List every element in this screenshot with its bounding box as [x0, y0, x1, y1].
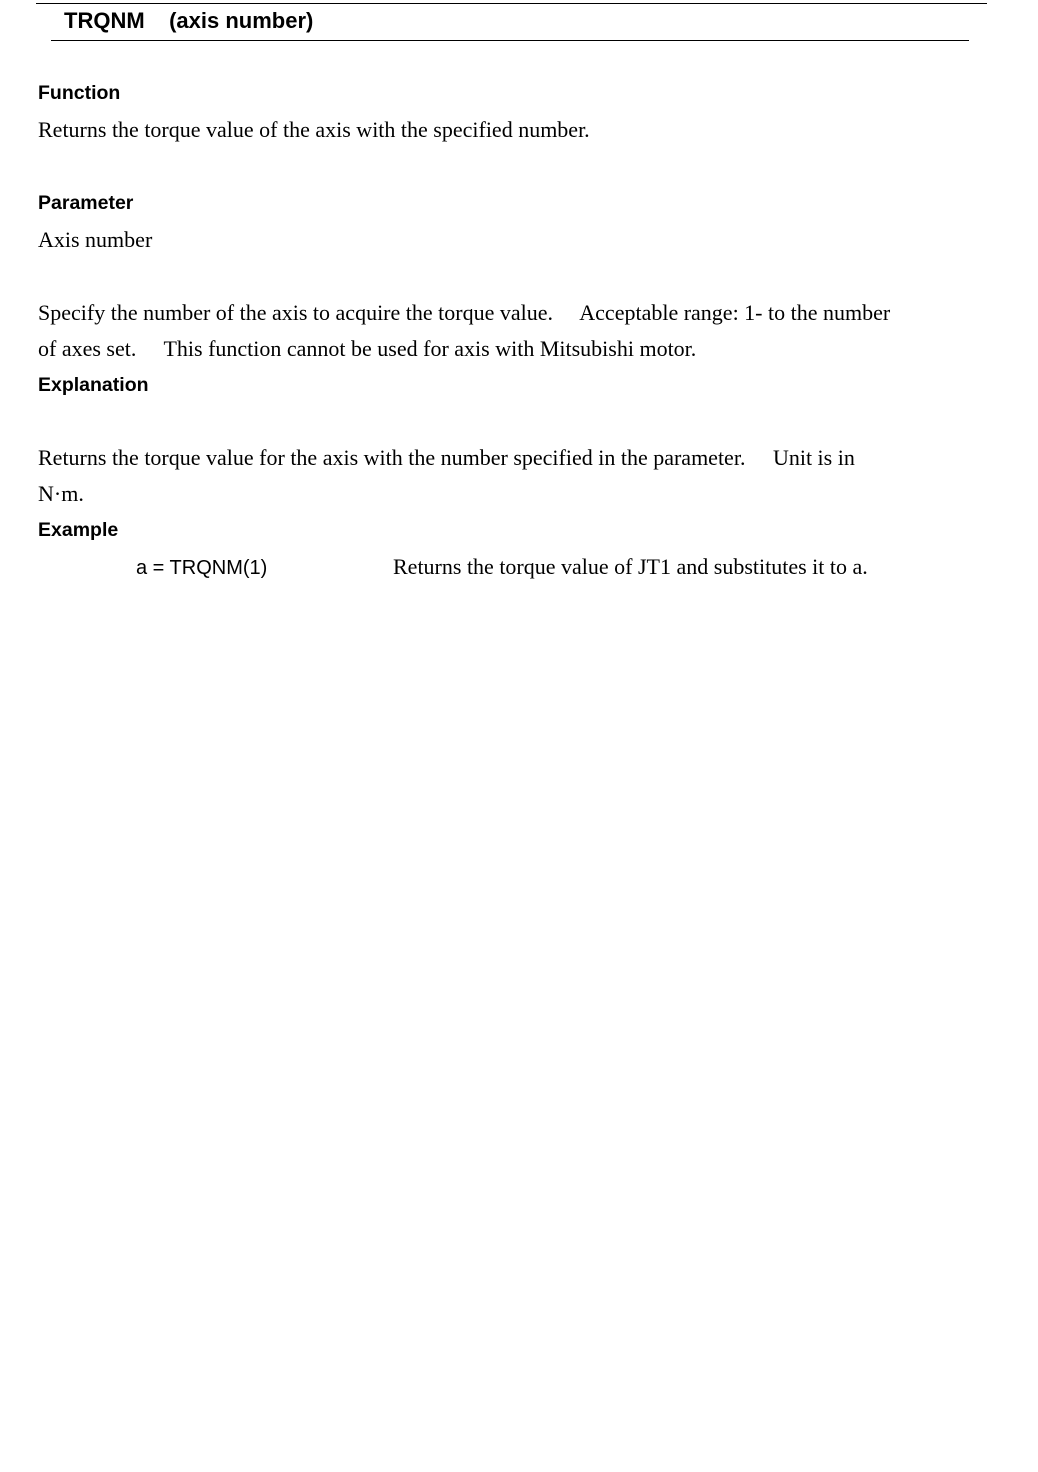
example-heading: Example	[38, 519, 119, 541]
explanation-text: Returns the torque value for the axis wi…	[38, 404, 978, 512]
parameter-description-line: of axes set. This function cannot be use…	[38, 336, 697, 361]
explanation-line: N·m.	[38, 481, 84, 506]
page-title: TRQNM (axis number)	[64, 8, 314, 33]
top-rule	[36, 3, 987, 4]
parameter-description: Specify the number of the axis to acquir…	[38, 259, 978, 367]
explanation-line: Returns the torque value for the axis wi…	[38, 445, 855, 470]
parameter-description-line: Specify the number of the axis to acquir…	[38, 300, 891, 325]
example-code: a = TRQNM(1)	[136, 557, 268, 579]
function-heading: Function	[38, 82, 121, 104]
function-text: Returns the torque value of the axis wit…	[38, 117, 590, 142]
title-underline	[51, 40, 969, 41]
example-description: Returns the torque value of JT1 and subs…	[393, 554, 868, 579]
parameter-heading: Parameter	[38, 192, 134, 214]
explanation-heading: Explanation	[38, 374, 149, 396]
parameter-name: Axis number	[38, 227, 153, 252]
